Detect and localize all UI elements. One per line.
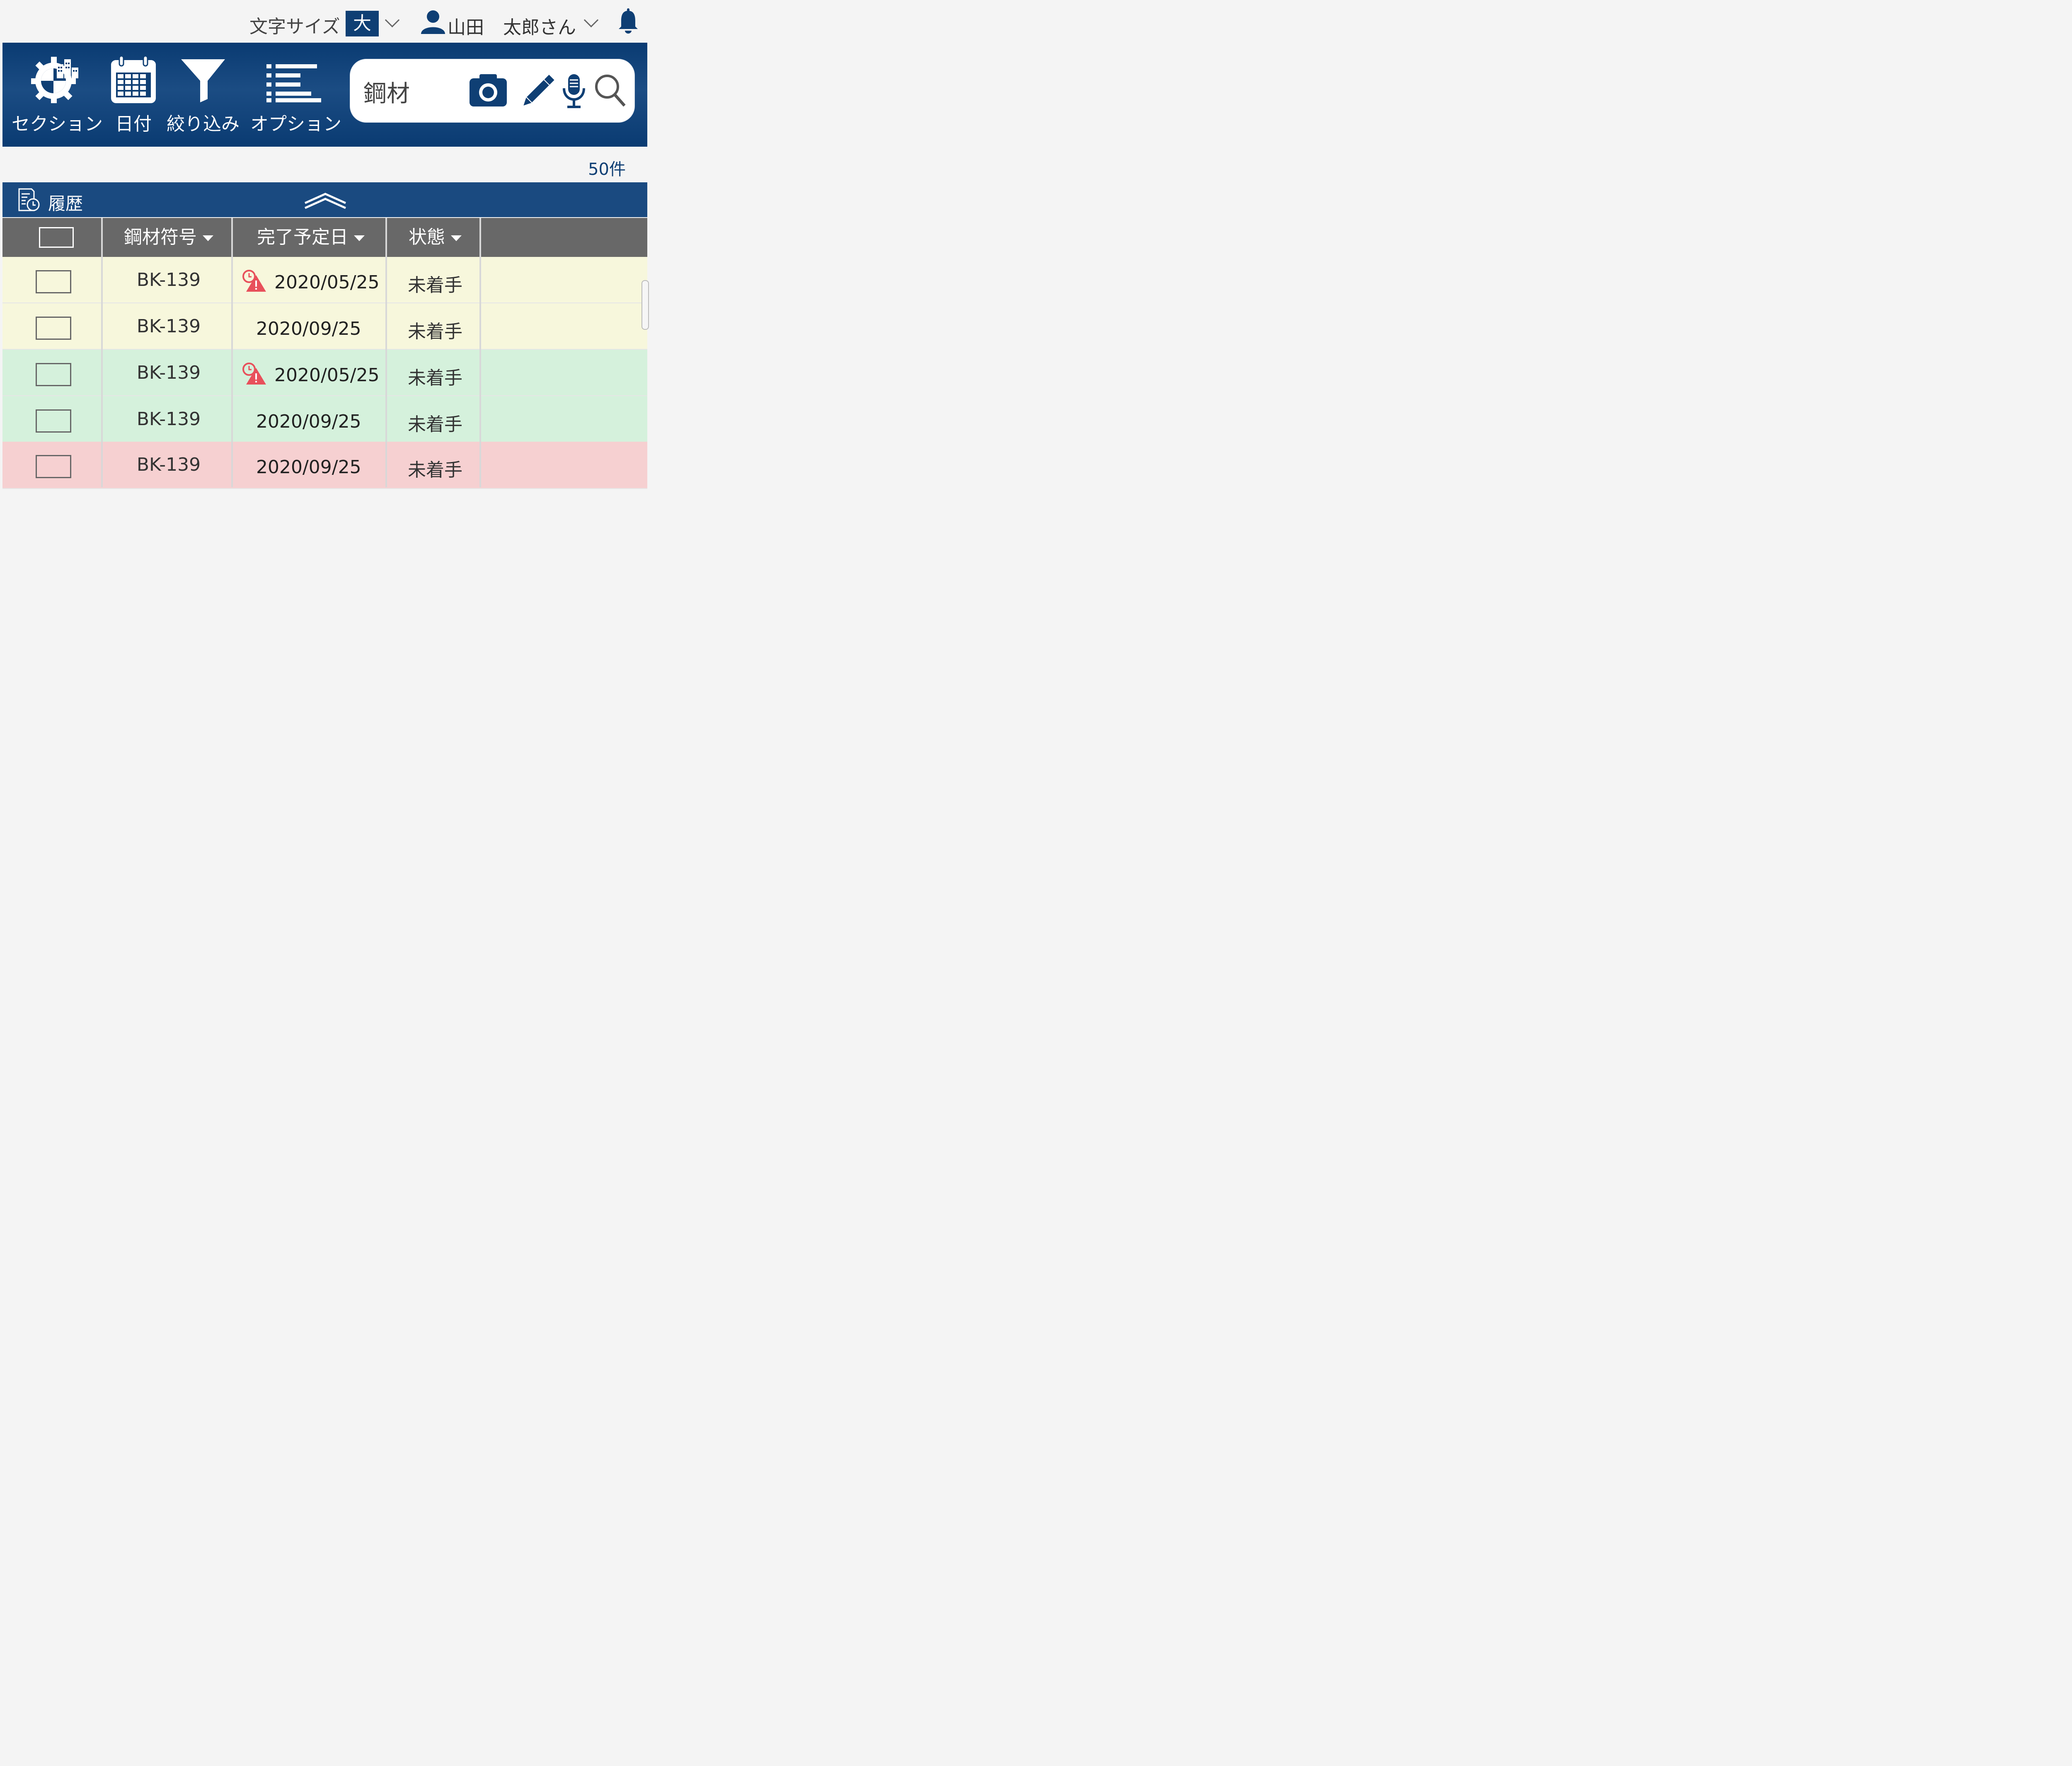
steel-code: BK-139: [136, 269, 201, 290]
row-checkbox[interactable]: [36, 363, 71, 386]
column-divider: [231, 218, 233, 487]
list-icon: [266, 64, 321, 102]
options-button[interactable]: オプション: [250, 43, 341, 147]
row-checkbox[interactable]: [36, 455, 71, 478]
section-button[interactable]: セクション: [12, 43, 103, 147]
result-count: 50件: [588, 160, 626, 179]
status: 未着手: [408, 321, 462, 342]
column-divider: [101, 218, 103, 487]
section-gear-building-icon: [31, 57, 78, 103]
font-size-select[interactable]: 大: [346, 11, 379, 36]
row-checkbox[interactable]: [36, 270, 71, 293]
steel-code: BK-139: [136, 454, 201, 475]
options-label: オプション: [250, 114, 341, 135]
table-header: 鋼材符号 完了予定日 状態: [2, 218, 647, 257]
column-divider: [385, 218, 387, 487]
due-date: 2020/05/25: [274, 365, 380, 386]
funnel-icon: [181, 59, 225, 102]
user-icon: [421, 10, 445, 34]
overdue-alert-icon: [242, 270, 266, 292]
sort-caret-icon: [451, 235, 462, 241]
sort-caret-icon: [354, 235, 365, 241]
font-size-chevron-down-icon[interactable]: [385, 12, 400, 28]
status: 未着手: [408, 460, 462, 481]
due-date: 2020/09/25: [256, 457, 361, 478]
table-row[interactable]: BK-139 2020/05/25 未着手: [2, 350, 647, 396]
steel-code: BK-139: [136, 362, 201, 383]
table-row[interactable]: BK-139 2020/05/25 未着手: [2, 257, 647, 303]
status: 未着手: [408, 414, 462, 435]
sort-caret-icon: [203, 235, 213, 241]
select-all-checkbox[interactable]: [39, 227, 74, 248]
date-button[interactable]: 日付: [104, 43, 162, 147]
history-bar[interactable]: 履歴: [2, 182, 647, 217]
search-box[interactable]: 鋼材: [350, 59, 635, 123]
calendar-icon: [111, 56, 156, 103]
search-input[interactable]: 鋼材: [363, 75, 410, 109]
table-row[interactable]: BK-139 2020/09/25 未着手: [2, 303, 647, 350]
filter-button[interactable]: 絞り込み: [167, 43, 240, 147]
top-bar: 文字サイズ 大 山田 太郎さん: [0, 0, 650, 41]
row-checkbox[interactable]: [36, 409, 71, 433]
camera-icon[interactable]: [469, 73, 508, 107]
pencil-icon[interactable]: [520, 73, 556, 109]
user-given-name[interactable]: 太郎さん: [503, 12, 576, 39]
app-root: 文字サイズ 大 山田 太郎さん セクション 日付 絞り込み オプション 鋼材 5…: [0, 0, 650, 489]
font-size-label: 文字サイズ: [249, 16, 340, 37]
chevron-up-double-icon[interactable]: [303, 191, 347, 210]
column-header-status[interactable]: 状態: [388, 218, 482, 257]
steel-code: BK-139: [136, 316, 201, 337]
filter-label: 絞り込み: [167, 114, 240, 135]
status: 未着手: [408, 368, 462, 389]
bell-icon[interactable]: [617, 8, 639, 34]
history-label: 履歴: [48, 194, 83, 214]
table-row[interactable]: BK-139 2020/09/25 未着手: [2, 442, 647, 489]
table-row[interactable]: BK-139 2020/09/25 未着手: [2, 396, 647, 443]
status: 未着手: [408, 275, 462, 296]
column-divider: [479, 218, 481, 487]
due-date: 2020/09/25: [256, 411, 361, 432]
search-icon[interactable]: [594, 73, 627, 108]
vertical-scrollbar[interactable]: [641, 280, 649, 330]
column-header-code[interactable]: 鋼材符号: [104, 218, 234, 257]
section-label: セクション: [12, 114, 103, 135]
row-checkbox[interactable]: [36, 317, 71, 340]
microphone-icon[interactable]: [562, 73, 586, 108]
user-menu-chevron-down-icon[interactable]: [583, 12, 599, 28]
due-date: 2020/09/25: [256, 318, 361, 339]
overdue-alert-icon: [242, 363, 266, 385]
history-document-icon: [18, 188, 40, 211]
steel-code: BK-139: [136, 409, 201, 430]
column-header-due-date[interactable]: 完了予定日: [234, 218, 388, 257]
due-date: 2020/05/25: [274, 272, 380, 293]
date-label: 日付: [115, 114, 152, 135]
user-family-name[interactable]: 山田: [448, 12, 484, 39]
